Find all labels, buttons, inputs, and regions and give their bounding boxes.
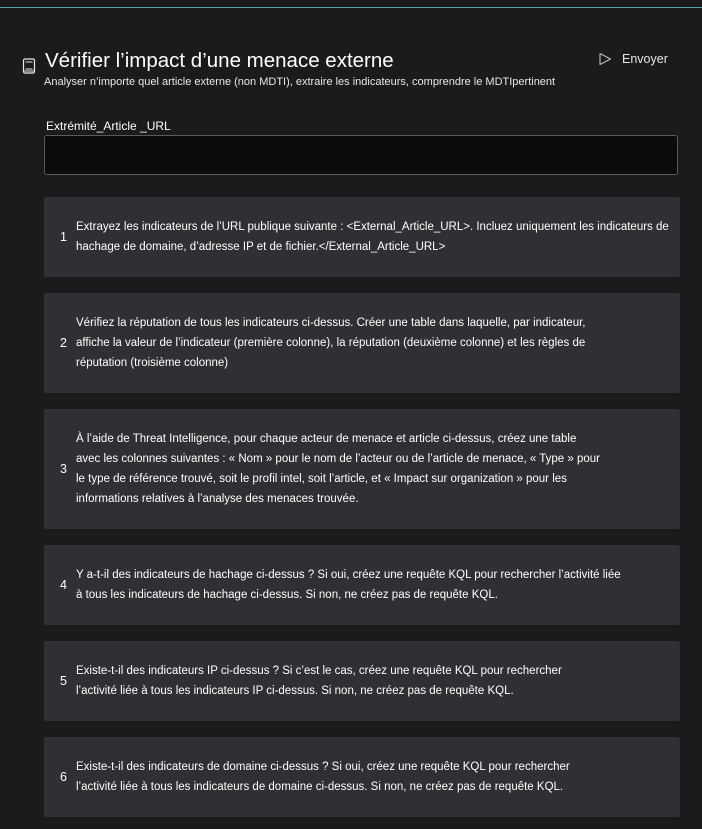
notebook-icon xyxy=(22,58,36,74)
step-text: Existe-t-il des indicateurs IP ci-dessus… xyxy=(76,665,562,697)
step-text: Existe-t-il des indicateurs de domaine c… xyxy=(76,761,570,793)
step-text: Vérifiez la réputation de tous les indic… xyxy=(76,317,586,369)
prompt-step-2[interactable]: 2 Vérifiez la réputation de tous les ind… xyxy=(44,293,680,393)
prompt-step-5[interactable]: 5 Existe-t-il des indicateurs IP ci-dess… xyxy=(44,641,680,721)
article-url-label: Extrémité_Article _URL xyxy=(46,119,171,133)
article-url-input[interactable] xyxy=(44,135,678,175)
send-icon xyxy=(598,52,612,66)
step-number: 5 xyxy=(60,674,67,688)
step-text: À l’aide de Threat Intelligence, pour ch… xyxy=(76,433,600,505)
page-header: Vérifier l’impact d’une menace externe A… xyxy=(0,44,702,104)
step-number: 3 xyxy=(60,462,67,476)
prompt-step-4[interactable]: 4 Y a-t-il des indicateurs de hachage ci… xyxy=(44,545,680,625)
step-number: 2 xyxy=(60,336,67,350)
step-number: 6 xyxy=(60,770,67,784)
prompt-step-1[interactable]: 1 Extrayez les indicateurs de l’URL publ… xyxy=(44,197,680,277)
prompt-step-3[interactable]: 3 À l’aide de Threat Intelligence, pour … xyxy=(44,409,680,529)
step-text: Y a-t-il des indicateurs de hachage ci-d… xyxy=(76,569,621,601)
send-button[interactable]: Envoyer xyxy=(598,49,668,69)
step-text: Extrayez les indicateurs de l’URL publiq… xyxy=(76,221,669,253)
page-title: Vérifier l’impact d’une menace externe xyxy=(45,49,394,72)
top-accent-line xyxy=(0,7,702,8)
page-subtitle: Analyser n’importe quel article externe … xyxy=(44,76,556,88)
step-number: 4 xyxy=(60,578,67,592)
step-number: 1 xyxy=(60,230,67,244)
prompt-step-6[interactable]: 6 Existe-t-il des indicateurs de domaine… xyxy=(44,737,680,817)
send-button-label: Envoyer xyxy=(622,52,668,66)
